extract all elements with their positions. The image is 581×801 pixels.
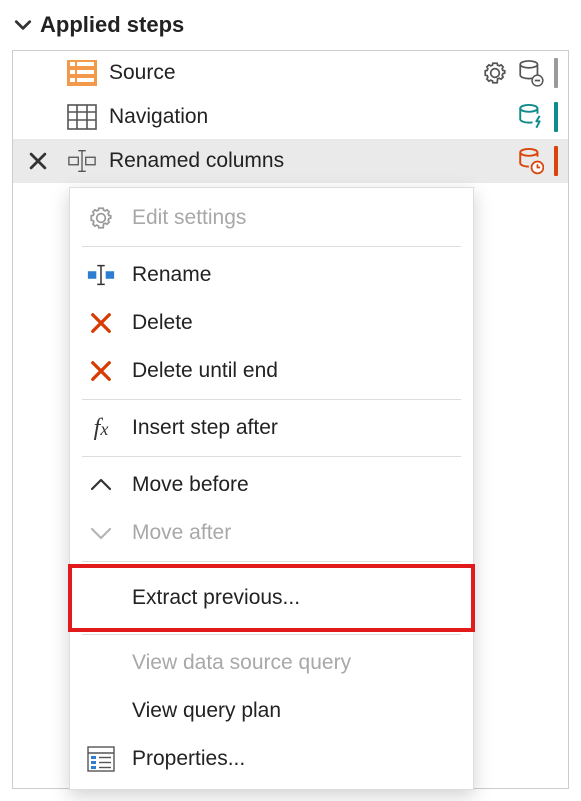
panel-title: Applied steps [40, 12, 184, 38]
menu-label: Move before [132, 473, 249, 497]
menu-view-query-plan[interactable]: View query plan [70, 687, 473, 735]
menu-move-before[interactable]: Move before [70, 461, 473, 509]
step-row-source[interactable]: Source [13, 51, 568, 95]
chevron-down-icon [14, 16, 32, 34]
fx-icon: fx [86, 413, 116, 443]
step-row-navigation[interactable]: Navigation [13, 95, 568, 139]
menu-delete[interactable]: Delete [70, 299, 473, 347]
menu-properties[interactable]: Properties... [70, 735, 473, 783]
source-table-icon [67, 58, 97, 88]
database-minus-icon[interactable] [518, 59, 544, 87]
rename-columns-icon [67, 146, 97, 176]
blank-icon [86, 696, 116, 726]
step-marker [554, 102, 558, 132]
menu-label: Edit settings [132, 206, 246, 230]
menu-label: Move after [132, 521, 231, 545]
menu-move-after: Move after [70, 509, 473, 557]
step-context-menu: Edit settings Rename Delete [69, 187, 474, 790]
step-row-renamed-columns[interactable]: Renamed columns [13, 139, 568, 183]
menu-separator [82, 456, 461, 457]
properties-icon [86, 744, 116, 774]
step-label: Source [109, 61, 176, 85]
menu-separator [82, 399, 461, 400]
menu-separator [82, 561, 461, 562]
x-red-icon [86, 356, 116, 386]
menu-edit-settings: Edit settings [70, 194, 473, 242]
database-bolt-icon[interactable] [518, 103, 544, 131]
menu-label: Rename [132, 263, 211, 287]
menu-label: Delete until end [132, 359, 278, 383]
menu-label: Delete [132, 311, 193, 335]
gear-icon[interactable] [482, 60, 508, 86]
menu-rename[interactable]: Rename [70, 251, 473, 299]
database-clock-icon[interactable] [518, 147, 544, 175]
step-marker [554, 146, 558, 176]
menu-separator [82, 634, 461, 635]
applied-steps-header[interactable]: Applied steps [12, 8, 569, 50]
gear-icon [86, 203, 116, 233]
blank-icon [86, 648, 116, 678]
step-marker [554, 58, 558, 88]
step-label: Navigation [109, 105, 208, 129]
applied-steps-list: Source Navigation [12, 50, 569, 789]
delete-step-icon[interactable] [25, 148, 51, 174]
chevron-up-icon [86, 470, 116, 500]
blank-icon [86, 583, 116, 613]
menu-label: View query plan [132, 699, 281, 723]
table-icon [67, 102, 97, 132]
step-label: Renamed columns [109, 149, 284, 173]
menu-label: View data source query [132, 651, 351, 675]
menu-delete-until-end[interactable]: Delete until end [70, 347, 473, 395]
x-red-icon [86, 308, 116, 338]
delete-step-slot [25, 104, 51, 130]
menu-label: Extract previous... [132, 586, 300, 610]
menu-label: Properties... [132, 747, 245, 771]
chevron-down-icon [86, 518, 116, 548]
menu-separator [82, 246, 461, 247]
menu-extract-previous[interactable]: Extract previous... [70, 566, 473, 630]
delete-step-slot [25, 60, 51, 86]
rename-icon [86, 260, 116, 290]
menu-insert-step-after[interactable]: fx Insert step after [70, 404, 473, 452]
menu-view-data-source-query: View data source query [70, 639, 473, 687]
menu-label: Insert step after [132, 416, 278, 440]
